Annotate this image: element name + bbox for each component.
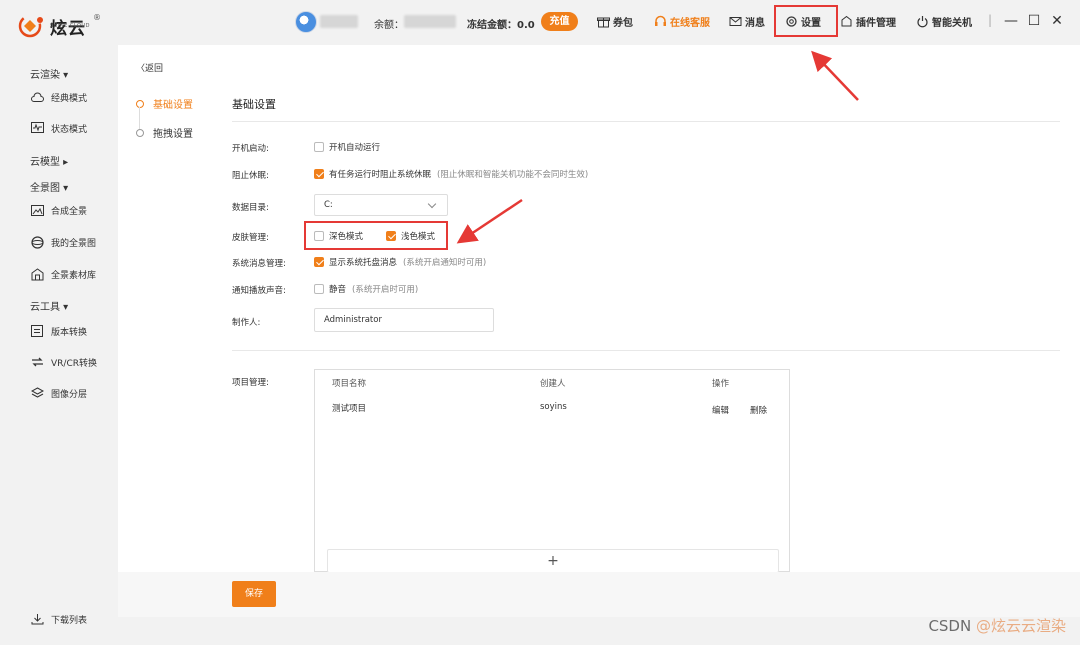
author-input[interactable] (314, 308, 494, 332)
delete-project-button[interactable]: 删除 (750, 404, 767, 416)
project-table: 项目名称 创建人 操作 测试项目 soyins 编辑 删除 + (314, 369, 790, 573)
footer-bar: 保存 (118, 572, 1080, 617)
sidebar-item-my-panorama[interactable]: 我的全景图 (30, 235, 96, 249)
online-service-button[interactable]: 在线客服 (654, 14, 710, 29)
sidebar-group-panorama[interactable]: 全景图 ▾ (30, 179, 68, 194)
logo-mark-icon (18, 12, 48, 40)
column-header-name: 项目名称 (332, 379, 367, 389)
back-link[interactable]: 〈返回 (136, 61, 163, 74)
settings-panel: 〈返回 基础设置 拖拽设置 基础设置 开机启动: 开机自动运行 阻止休眠: 有任… (118, 45, 1080, 617)
author-label: 制作人: (232, 318, 261, 328)
divider (232, 350, 1060, 351)
checkbox-checked-icon (314, 257, 324, 267)
nav-dot-icon (136, 99, 144, 108)
watermark: CSDN @炫云云渲染 (928, 617, 1066, 635)
section-title: 基础设置 (232, 98, 276, 111)
logo-registered-mark: ® (93, 13, 101, 22)
coupon-button[interactable]: 券包 (597, 14, 633, 29)
library-icon (30, 267, 44, 281)
system-message-label: 系统消息管理: (232, 259, 286, 269)
sidebar-item-classic-mode[interactable]: 经典模式 (30, 90, 87, 104)
frozen-amount: 冻结金额：0.0 (467, 20, 535, 31)
settings-highlight-box (774, 5, 838, 37)
document-convert-icon (30, 324, 44, 338)
tray-message-checkbox[interactable]: 显示系统托盘消息 (系统开启通知时可用) (314, 256, 486, 268)
divider (232, 121, 1060, 122)
cloud-icon (30, 90, 44, 104)
sidebar-item-image-layer[interactable]: 图像分层 (30, 386, 87, 400)
maximize-button[interactable]: ☐ (1026, 13, 1042, 29)
nav-basic-settings[interactable]: 基础设置 (136, 96, 193, 111)
sidebar-download-list[interactable]: 下载列表 (30, 612, 87, 626)
sidebar-group-cloud-model[interactable]: 云模型 ▸ (30, 153, 68, 168)
plugin-icon (841, 15, 852, 27)
mute-checkbox[interactable]: 静音 (系统开启时可用) (314, 283, 418, 295)
skin-highlight-box (304, 221, 448, 250)
recharge-button[interactable]: 充值 (541, 12, 578, 31)
sidebar-item-compose-panorama[interactable]: 合成全景 (30, 203, 87, 217)
sidebar-group-cloud-render[interactable]: 云渲染 ▾ (30, 66, 68, 81)
username-blurred (320, 15, 358, 28)
avatar[interactable] (295, 11, 317, 33)
edit-project-button[interactable]: 编辑 (712, 404, 729, 416)
nav-dot-icon (136, 128, 144, 137)
startup-label: 开机启动: (232, 144, 269, 154)
data-dir-label: 数据目录: (232, 203, 269, 213)
skin-label: 皮肤管理: (232, 233, 269, 243)
prevent-sleep-checkbox[interactable]: 有任务运行时阻止系统休眠 (阻止休眠和智能关机功能不会同时生效) (314, 168, 588, 180)
table-cell-creator: soyins (540, 402, 567, 412)
layers-icon (30, 386, 44, 400)
smart-shutdown-button[interactable]: 智能关机 (916, 14, 972, 29)
balance-value-blurred (404, 15, 456, 28)
download-icon (30, 612, 44, 626)
checkbox-checked-icon (314, 169, 324, 179)
add-project-button[interactable]: + (327, 549, 779, 573)
notification-sound-label: 通知播放声音: (232, 286, 286, 296)
panorama-image-icon (30, 203, 44, 217)
gift-icon (597, 17, 610, 28)
checkbox-icon (314, 284, 324, 294)
monitor-wave-icon (30, 121, 44, 135)
startup-checkbox[interactable]: 开机自动运行 (314, 141, 380, 153)
checkbox-icon (314, 142, 324, 152)
mail-icon (729, 17, 742, 26)
minimize-button[interactable]: — (1003, 13, 1019, 29)
nav-drag-settings[interactable]: 拖拽设置 (136, 125, 193, 140)
headset-icon (655, 15, 666, 26)
power-icon (917, 16, 928, 28)
close-button[interactable]: ✕ (1049, 13, 1065, 29)
column-header-actions: 操作 (712, 379, 730, 389)
save-button[interactable]: 保存 (232, 581, 276, 607)
title-bar: 炫云 SHINE CLOUD ® 余额： 冻结金额：0.0 充值 券包 在线客服… (0, 0, 1080, 45)
project-management-label: 项目管理: (232, 378, 269, 388)
sidebar: 云渲染 ▾ 经典模式 状态模式 云模型 ▸ 全景图 ▾ 合成全景 我的全景图 全… (0, 45, 118, 645)
data-dir-select[interactable]: C: (314, 194, 448, 216)
table-cell-project-name: 测试项目 (332, 404, 367, 414)
column-header-creator: 创建人 (540, 379, 566, 389)
message-button[interactable]: 消息 (729, 14, 765, 29)
sidebar-item-version-convert[interactable]: 版本转换 (30, 324, 87, 338)
swap-icon (30, 355, 44, 369)
chevron-down-icon (427, 199, 437, 209)
plugin-manager-button[interactable]: 插件管理 (840, 14, 896, 29)
sleep-label: 阻止休眠: (232, 171, 269, 181)
sidebar-item-vr-cr-convert[interactable]: VR/CR转换 (30, 355, 97, 369)
logo-subtitle: SHINE CLOUD (50, 23, 90, 29)
sidebar-item-asset-library[interactable]: 全景素材库 (30, 267, 96, 281)
sidebar-group-cloud-tools[interactable]: 云工具 ▾ (30, 298, 68, 313)
globe-icon (30, 235, 44, 249)
balance-label: 余额： (374, 20, 404, 31)
sidebar-item-status-mode[interactable]: 状态模式 (30, 121, 87, 135)
